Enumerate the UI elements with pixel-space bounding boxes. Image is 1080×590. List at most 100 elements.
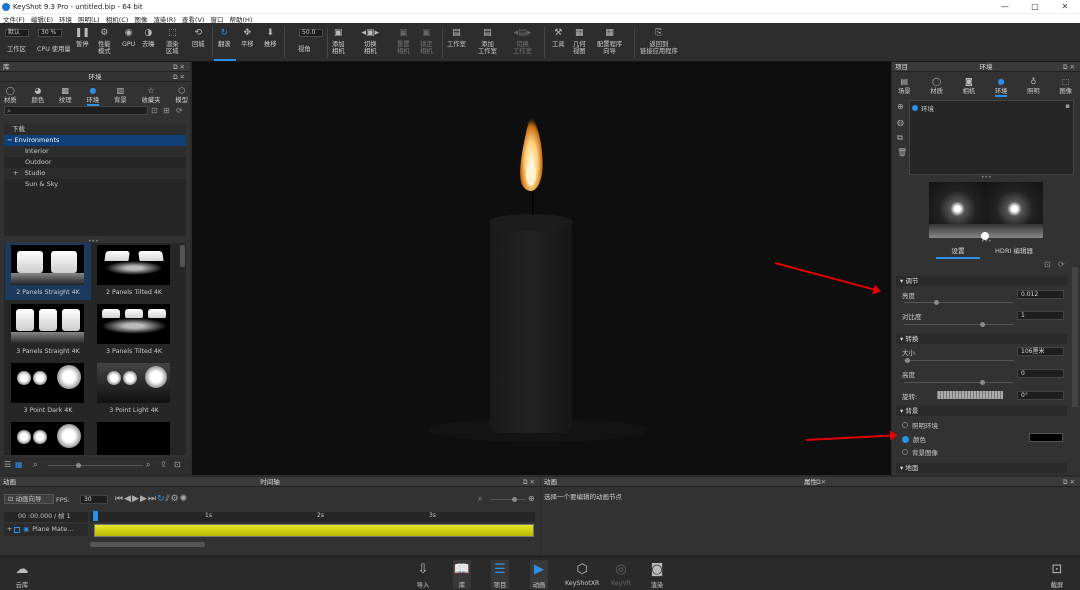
brightness-slider[interactable] bbox=[934, 300, 939, 305]
thumb-3-panels-straight[interactable] bbox=[11, 304, 84, 344]
fov-input[interactable]: 50.0 bbox=[299, 29, 323, 37]
render-region-button[interactable]: ⬚ 渲染 区域 bbox=[166, 29, 179, 56]
zoom-out-icon[interactable]: ⌕ bbox=[478, 494, 482, 504]
reset-button[interactable]: ⟲ 回城 bbox=[192, 29, 205, 49]
zoom-in-icon[interactable]: ⌕ bbox=[146, 460, 150, 470]
configurator-wizard-button[interactable]: ▦ 配置程序 向导 bbox=[597, 29, 622, 56]
ground-section-header[interactable]: ▾ 地面 bbox=[896, 463, 1067, 473]
menu-edit[interactable]: 编辑(E) bbox=[31, 14, 53, 24]
tab-lighting[interactable]: ♁ 照明 bbox=[1027, 76, 1040, 97]
tab-materials[interactable]: ◯ 材质 bbox=[930, 76, 943, 97]
reset-camera-button[interactable]: ▣ 重置 相机 bbox=[397, 29, 410, 56]
pause-button[interactable]: ❚❚ 暂停 bbox=[75, 29, 90, 49]
tab-scene[interactable]: ▤ 场景 bbox=[898, 76, 911, 97]
thumb-next-1[interactable] bbox=[11, 422, 84, 455]
thumb-next-2[interactable] bbox=[97, 422, 170, 455]
thumb-3-panels-tilted[interactable] bbox=[97, 304, 170, 344]
height-slider[interactable] bbox=[980, 380, 985, 385]
bg-option-image[interactable]: 背景图像 bbox=[902, 447, 938, 457]
checkbox-icon[interactable] bbox=[14, 527, 21, 533]
render-viewport[interactable] bbox=[192, 62, 891, 475]
workspace-select[interactable]: 默认 bbox=[5, 29, 29, 37]
brightness-input[interactable]: 0.012 bbox=[1017, 290, 1064, 299]
tree-item-downloads[interactable]: 下载 bbox=[4, 124, 186, 135]
background-section-header[interactable]: ▾ 背景 bbox=[896, 406, 1067, 416]
height-input[interactable]: 0 bbox=[1017, 369, 1064, 378]
panel-controls-icon[interactable]: ⧉✕ bbox=[1063, 62, 1077, 72]
hdri-preview[interactable] bbox=[929, 182, 1043, 240]
size-input[interactable]: 106厘米 bbox=[1017, 347, 1064, 356]
add-environment-icon[interactable]: ⊕ bbox=[897, 102, 904, 111]
grid-view-icon[interactable]: ▦ bbox=[15, 460, 23, 469]
loop-icon[interactable]: ↻ bbox=[157, 494, 166, 504]
size-slider[interactable] bbox=[905, 358, 910, 363]
refresh-icon[interactable]: ⟳ bbox=[176, 106, 183, 115]
tumble-button[interactable]: ↻ 翻滚 bbox=[218, 29, 231, 49]
library-search-input[interactable]: ⌕ bbox=[4, 106, 148, 115]
zoom-out-icon[interactable]: ⌕ bbox=[33, 460, 37, 470]
splitter-handle[interactable]: ••• bbox=[981, 174, 992, 181]
play-icon[interactable]: ▶ bbox=[132, 494, 140, 504]
performance-mode-button[interactable]: ⚙ 性能 模式 bbox=[98, 29, 111, 56]
minimize-button[interactable]: — bbox=[990, 0, 1020, 13]
splitter-handle[interactable]: ••• bbox=[981, 238, 992, 245]
section-controls-icon[interactable]: ⧉✕ bbox=[173, 72, 187, 82]
layer-row[interactable]: + ▣ Plane Mate... bbox=[4, 524, 88, 536]
tree-item-outdoor[interactable]: Outdoor bbox=[4, 157, 186, 168]
animation-button[interactable]: ▶ 动画 bbox=[530, 560, 548, 589]
thumb-2-panels-tilted[interactable] bbox=[97, 245, 170, 285]
menu-window[interactable]: 窗口 bbox=[210, 14, 223, 24]
dolly-button[interactable]: ⬇ 推移 bbox=[264, 29, 277, 49]
panel-controls-icon[interactable]: ⧉✕ bbox=[173, 62, 187, 72]
upload-icon[interactable]: ⇪ bbox=[160, 460, 167, 469]
keyvr-button[interactable]: ◎ KeyVR bbox=[611, 560, 631, 588]
keyshotxr-button[interactable]: ⬡ KeyShotXR bbox=[565, 560, 599, 588]
cpu-usage-input[interactable]: 30 % bbox=[38, 29, 62, 37]
settings-scrollbar[interactable] bbox=[1072, 267, 1078, 407]
menu-view[interactable]: 查看(V) bbox=[182, 14, 205, 24]
menu-image[interactable]: 图像 bbox=[134, 14, 147, 24]
tab-settings[interactable]: 设置 bbox=[936, 245, 980, 259]
tab-materials[interactable]: ◯ 材质 bbox=[4, 85, 17, 106]
timeline-scrollbar[interactable] bbox=[90, 542, 205, 547]
timeline-ruler[interactable]: 1s 2s 3s bbox=[90, 512, 535, 522]
thumb-3-point-light[interactable] bbox=[97, 363, 170, 403]
expand-icon[interactable]: + bbox=[13, 169, 18, 177]
import-icon[interactable]: ⊡ bbox=[174, 460, 181, 469]
fov-label-button[interactable]: 视角 bbox=[298, 46, 311, 53]
zoom-in-icon[interactable]: ⊕ bbox=[528, 494, 535, 503]
panel-controls-icon[interactable]: ⧉✕ bbox=[1063, 477, 1077, 487]
animation-wizard-button[interactable]: ⊡ 动画向导 bbox=[4, 494, 54, 504]
tree-item-environments[interactable]: − Environments bbox=[4, 135, 186, 146]
trash-icon[interactable]: 🗑 bbox=[897, 148, 907, 157]
step-forward-icon[interactable]: ▶ bbox=[140, 494, 148, 504]
tab-textures[interactable]: ▩ 纹理 bbox=[59, 85, 72, 106]
maximize-button[interactable]: □ bbox=[1020, 0, 1050, 13]
render-button[interactable]: ◙ 渲染 bbox=[648, 560, 666, 590]
thumb-2-panels-straight[interactable] bbox=[11, 245, 84, 285]
add-studio-button[interactable]: ▤ 添加 工作室 bbox=[478, 29, 497, 56]
playhead[interactable] bbox=[93, 511, 98, 521]
project-button[interactable]: ☰ 项目 bbox=[491, 560, 509, 589]
folder-add-icon[interactable]: ⊞ bbox=[163, 106, 170, 115]
switch-camera-button[interactable]: ◂▣▸ 切换 相机 bbox=[362, 29, 380, 56]
library-button[interactable]: 📖 库 bbox=[453, 560, 471, 589]
timeline-zoom-slider[interactable] bbox=[512, 497, 517, 502]
bg-option-color[interactable]: 颜色 bbox=[902, 434, 926, 444]
thumb-size-slider[interactable] bbox=[76, 463, 81, 468]
menu-camera[interactable]: 相机(C) bbox=[106, 14, 129, 24]
step-back-icon[interactable]: ◀ bbox=[124, 494, 132, 504]
thumb-3-point-dark[interactable] bbox=[11, 363, 84, 403]
tools-button[interactable]: ⚒ 工具 bbox=[552, 29, 565, 49]
panel-controls-icon[interactable]: ⧉✕ bbox=[523, 477, 537, 487]
folder-icon[interactable]: ⊡ bbox=[151, 106, 158, 115]
menu-environment[interactable]: 环境 bbox=[59, 14, 72, 24]
tab-image[interactable]: ⬚ 图像 bbox=[1059, 76, 1072, 97]
screenshot-button[interactable]: ⊡ 截屏 bbox=[1048, 560, 1066, 590]
contrast-input[interactable]: 1 bbox=[1017, 311, 1064, 320]
lock-icon[interactable]: ▪ bbox=[1065, 102, 1070, 110]
cloud-library-button[interactable]: ☁ 云库 bbox=[13, 560, 31, 590]
transform-section-header[interactable]: ▾ 转换 bbox=[896, 334, 1067, 344]
tab-models[interactable]: ⬡ 模型 bbox=[175, 85, 188, 106]
globe-icon[interactable]: ◍ bbox=[897, 118, 904, 127]
